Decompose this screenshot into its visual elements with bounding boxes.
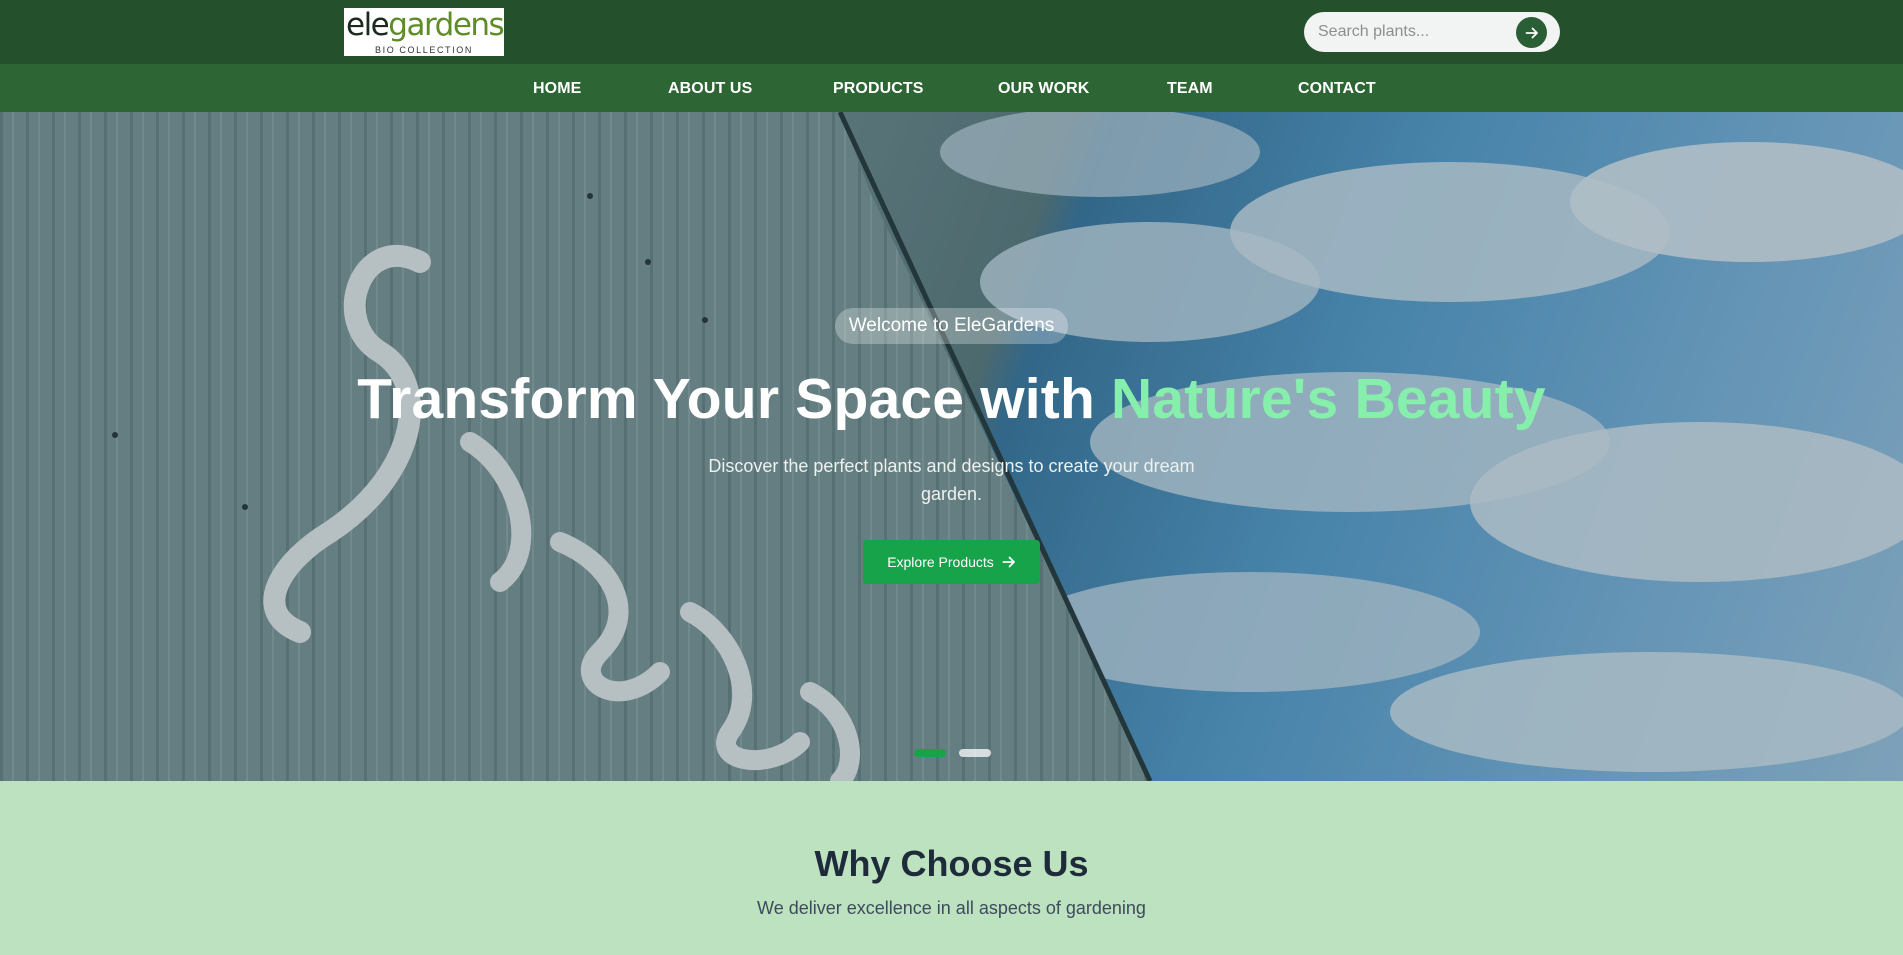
search-box [1304,12,1560,52]
arrow-right-icon [1525,27,1538,38]
nav-item-home[interactable]: HOME [533,64,581,112]
search-submit-button[interactable] [1516,17,1547,48]
hero-headline: Transform Your Space with Nature's Beaut… [357,367,1546,431]
section-title: Why Choose Us [814,843,1089,884]
carousel-dot-2[interactable] [959,749,991,757]
nav-item-about-us[interactable]: ABOUT US [668,64,752,112]
arrow-right-icon [1002,556,1015,568]
search-input[interactable] [1318,20,1508,44]
hero-carousel: Welcome to EleGardens Transform Your Spa… [0,112,1903,781]
explore-products-label: Explore Products [887,554,994,570]
hero-overlay [0,112,1903,781]
top-header: elegardens BIO COLLECTION [0,0,1903,64]
nav-item-our-work[interactable]: OUR WORK [998,64,1089,112]
brand-logo[interactable]: elegardens BIO COLLECTION [344,8,504,56]
nav-item-contact[interactable]: CONTACT [1298,64,1376,112]
logo-tagline: BIO COLLECTION [375,45,473,55]
explore-products-button[interactable]: Explore Products [863,540,1040,584]
carousel-dot-1-active[interactable] [914,749,946,757]
hero-subtitle: Discover the perfect plants and designs … [708,456,1195,504]
nav-item-products[interactable]: PRODUCTS [833,64,924,112]
logo-wordmark: elegardens [346,8,504,43]
main-nav: HOME ABOUT US PRODUCTS OUR WORK TEAM CON… [0,64,1903,112]
nav-item-team[interactable]: TEAM [1167,64,1213,112]
section-subtitle: We deliver excellence in all aspects of … [757,898,1146,918]
welcome-badge: Welcome to EleGardens [835,308,1068,344]
